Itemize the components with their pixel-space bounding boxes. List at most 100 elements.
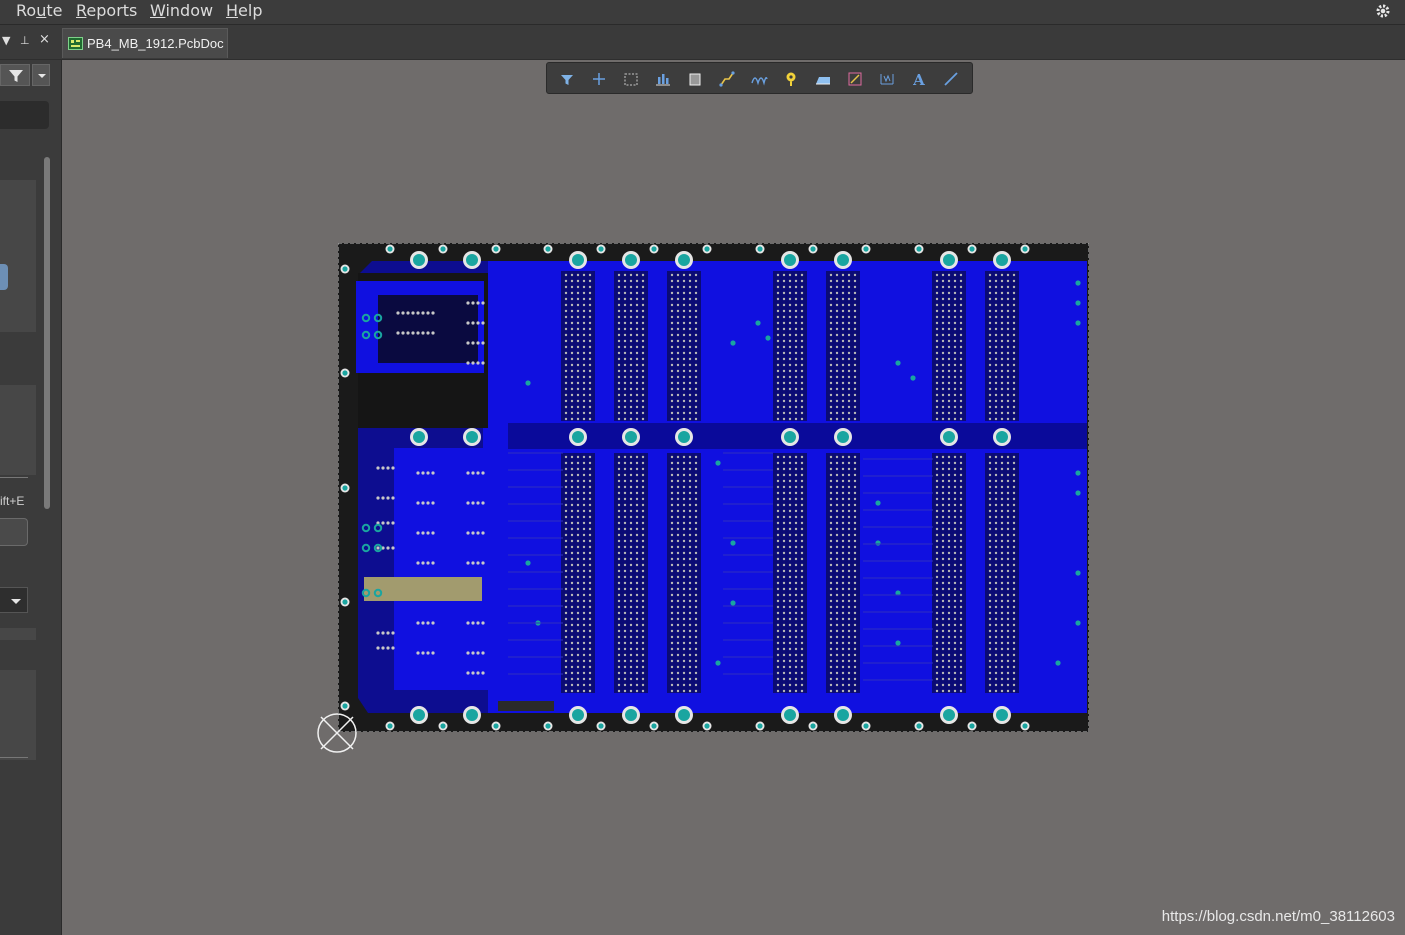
panel-search-field[interactable] bbox=[0, 101, 49, 129]
pin bbox=[1000, 647, 1004, 651]
pin bbox=[788, 533, 792, 537]
pin bbox=[682, 273, 686, 277]
pin bbox=[994, 387, 998, 391]
pin bbox=[935, 393, 939, 397]
dimension-button[interactable] bbox=[875, 67, 899, 91]
pin bbox=[641, 417, 645, 421]
pin bbox=[564, 321, 568, 325]
pin bbox=[953, 309, 957, 313]
edge-via-pad bbox=[493, 246, 499, 252]
pin bbox=[576, 357, 580, 361]
pin bbox=[676, 339, 680, 343]
pin bbox=[988, 467, 992, 471]
select-rect-button[interactable] bbox=[619, 67, 643, 91]
pin bbox=[1000, 315, 1004, 319]
pin bbox=[476, 321, 480, 325]
pin bbox=[935, 327, 939, 331]
pin bbox=[947, 665, 951, 669]
pin bbox=[576, 563, 580, 567]
menu-window[interactable]: Window bbox=[150, 1, 213, 20]
polygon-pour-button[interactable] bbox=[811, 67, 835, 91]
pin bbox=[953, 635, 957, 639]
diff-pair-route-button[interactable] bbox=[747, 67, 771, 91]
pin bbox=[481, 561, 485, 565]
pin bbox=[570, 551, 574, 555]
pin bbox=[853, 491, 857, 495]
pin bbox=[617, 455, 621, 459]
pin bbox=[623, 635, 627, 639]
pin bbox=[421, 531, 425, 535]
pin bbox=[841, 303, 845, 307]
pin bbox=[935, 485, 939, 489]
panel-dropdown[interactable] bbox=[0, 587, 28, 613]
menu-route[interactable]: Route bbox=[16, 1, 62, 20]
pin bbox=[782, 461, 786, 465]
menu-reports[interactable]: Reports bbox=[76, 1, 137, 20]
pin bbox=[959, 369, 963, 373]
pin bbox=[829, 491, 833, 495]
pin bbox=[635, 671, 639, 675]
route-track-button[interactable] bbox=[715, 67, 739, 91]
pin bbox=[588, 569, 592, 573]
pin bbox=[959, 393, 963, 397]
pin bbox=[947, 417, 951, 421]
add-crosshair-button[interactable] bbox=[587, 67, 611, 91]
pin bbox=[847, 321, 851, 325]
pin bbox=[629, 611, 633, 615]
pin bbox=[421, 651, 425, 655]
pin bbox=[676, 297, 680, 301]
panel-filter-button[interactable] bbox=[0, 64, 30, 86]
pin bbox=[853, 309, 857, 313]
component-place-icon bbox=[689, 73, 701, 86]
pin bbox=[376, 631, 380, 635]
panel-menu-icon[interactable]: ▼ bbox=[2, 34, 10, 47]
place-line-button[interactable] bbox=[939, 67, 963, 91]
panel-selected-item[interactable] bbox=[0, 264, 8, 290]
pin bbox=[941, 309, 945, 313]
via bbox=[1075, 470, 1081, 476]
pin bbox=[853, 557, 857, 561]
tab-pcbdoc[interactable]: PB4_MB_1912.PcbDoc bbox=[62, 28, 228, 58]
gear-icon[interactable] bbox=[1375, 3, 1391, 19]
pin-icon[interactable]: ⊥ bbox=[20, 34, 30, 47]
pin bbox=[588, 611, 592, 615]
pin bbox=[776, 417, 780, 421]
menu-help[interactable]: Help bbox=[226, 1, 262, 20]
pin bbox=[794, 665, 798, 669]
filter-tool-button[interactable] bbox=[555, 67, 579, 91]
pin bbox=[623, 363, 627, 367]
pin bbox=[988, 533, 992, 537]
pin bbox=[688, 635, 692, 639]
region-icon bbox=[848, 72, 862, 86]
panel-apply-button[interactable] bbox=[0, 518, 28, 546]
close-icon[interactable]: × bbox=[39, 32, 50, 47]
pin bbox=[694, 683, 698, 687]
pin bbox=[935, 497, 939, 501]
pin bbox=[776, 599, 780, 603]
panel-scrollbar[interactable] bbox=[42, 143, 52, 933]
pin bbox=[694, 581, 698, 585]
place-string-button[interactable]: A bbox=[907, 67, 931, 91]
place-component-button[interactable] bbox=[683, 67, 707, 91]
pin bbox=[841, 309, 845, 313]
place-via-button[interactable] bbox=[779, 67, 803, 91]
pin bbox=[688, 647, 692, 651]
pin bbox=[570, 321, 574, 325]
pin bbox=[853, 285, 857, 289]
pin bbox=[688, 629, 692, 633]
region-button[interactable] bbox=[843, 67, 867, 91]
pcb-board[interactable] bbox=[338, 243, 1089, 732]
filter-dropdown-button[interactable] bbox=[32, 64, 50, 86]
left-panel: ift+E bbox=[0, 60, 62, 935]
align-button[interactable] bbox=[651, 67, 675, 91]
scrollbar-thumb[interactable] bbox=[44, 157, 50, 509]
pin bbox=[776, 369, 780, 373]
pin bbox=[1012, 665, 1016, 669]
pin bbox=[682, 677, 686, 681]
pin bbox=[776, 503, 780, 507]
pin bbox=[694, 387, 698, 391]
string-text-icon: A bbox=[912, 71, 925, 89]
pin bbox=[635, 527, 639, 531]
pin bbox=[676, 405, 680, 409]
pin bbox=[576, 315, 580, 319]
